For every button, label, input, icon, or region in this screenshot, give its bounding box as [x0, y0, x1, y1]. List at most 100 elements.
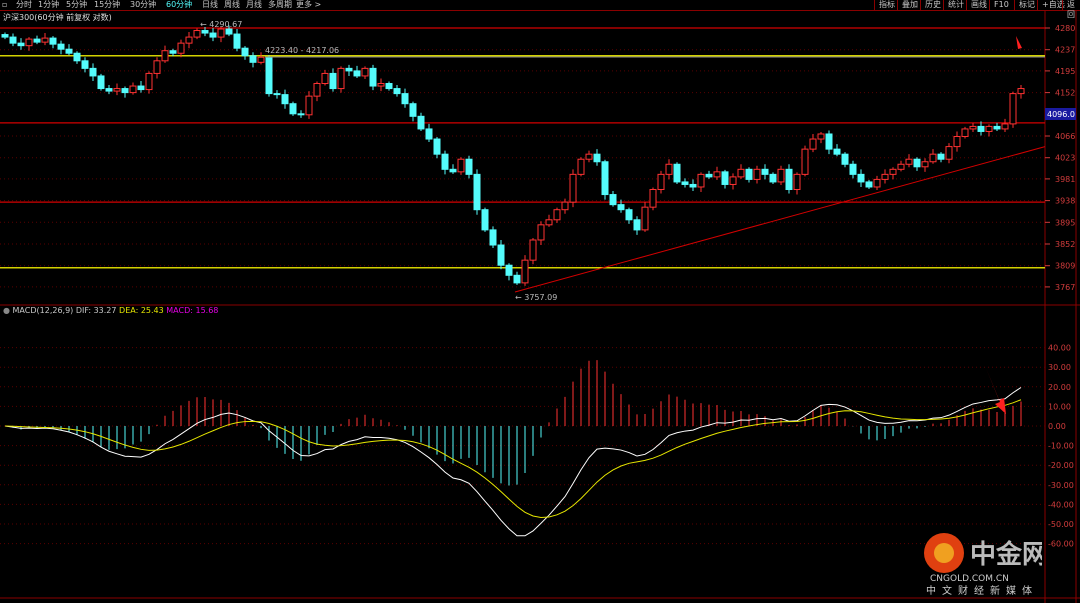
- candle: [273, 90, 281, 99]
- candle-body: [217, 28, 225, 38]
- price-tick-label: 4152: [1055, 89, 1075, 98]
- candle: [665, 159, 673, 180]
- price-tick-label: 4066: [1055, 132, 1075, 141]
- candle: [345, 64, 353, 76]
- candle-body: [833, 148, 841, 155]
- candle: [873, 175, 881, 191]
- candle: [177, 39, 185, 58]
- candle: [761, 164, 769, 180]
- candle-body: [585, 153, 593, 160]
- price-tick-label: 3809: [1055, 262, 1075, 271]
- candle: [713, 166, 721, 180]
- candle-body: [201, 30, 209, 34]
- candle-body: [129, 85, 137, 94]
- candle-body: [801, 148, 809, 175]
- candle-body: [969, 125, 977, 130]
- candle-body: [785, 168, 793, 191]
- candle: [841, 152, 849, 168]
- candle: [17, 38, 25, 50]
- candle-body: [57, 43, 65, 50]
- candle: [609, 191, 617, 207]
- candle-body: [465, 158, 473, 175]
- candle-body: [249, 55, 257, 63]
- candle: [889, 167, 897, 180]
- price-tick-label: 4280: [1055, 24, 1075, 33]
- price-tick-label: 3938: [1055, 197, 1075, 206]
- candle-body: [913, 158, 921, 168]
- candle-body: [65, 48, 73, 54]
- candle-body: [137, 85, 145, 91]
- candle-body: [633, 219, 641, 231]
- candle-body: [937, 153, 945, 160]
- candle: [297, 110, 305, 118]
- macd-tick-label: -40.00: [1048, 500, 1074, 509]
- candle-body: [825, 133, 833, 150]
- candle: [89, 63, 97, 81]
- price-tick-label: 4023: [1055, 154, 1075, 163]
- chart-canvas[interactable]: 4280 4237 4195 4152 4066 4023 3981 3938 3895 3852…: [0, 0, 1080, 603]
- candle-body: [753, 168, 761, 180]
- candle-body: [817, 133, 825, 140]
- candle: [105, 85, 113, 95]
- candle: [33, 35, 41, 45]
- candle: [81, 57, 89, 73]
- candle-body: [449, 168, 457, 173]
- candle: [25, 37, 33, 51]
- macd-tick-label: 20.00: [1048, 383, 1071, 392]
- candle-body: [409, 103, 417, 117]
- candle: [249, 52, 257, 68]
- candle: [265, 55, 273, 97]
- candle-body: [377, 83, 385, 87]
- candle: [329, 68, 337, 92]
- candle-body: [617, 204, 625, 211]
- candle-body: [649, 189, 657, 208]
- candle-body: [689, 183, 697, 188]
- candle-body: [457, 158, 465, 173]
- candle-body: [873, 178, 881, 188]
- candle: [729, 173, 737, 190]
- candle-body: [433, 138, 441, 155]
- candle-body: [777, 168, 785, 183]
- candle: [977, 121, 985, 136]
- candle-body: [1017, 88, 1025, 95]
- candle-body: [993, 125, 1001, 130]
- candle: [849, 160, 857, 179]
- candle-body: [193, 30, 201, 38]
- price-tick-label: 3981: [1055, 175, 1075, 184]
- candle: [409, 101, 417, 122]
- candle-body: [225, 28, 233, 35]
- macd-tick-label: -20.00: [1048, 461, 1074, 470]
- candle-body: [49, 37, 57, 45]
- candle-body: [569, 173, 577, 203]
- candle: [777, 165, 785, 185]
- candle-body: [273, 93, 281, 96]
- candle: [49, 36, 57, 49]
- candle: [161, 45, 169, 63]
- candle-body: [905, 158, 913, 165]
- candle-body: [809, 138, 817, 150]
- price-tick-label: 3895: [1055, 218, 1075, 227]
- candle: [425, 123, 433, 143]
- price-tick-label: 4195: [1055, 67, 1075, 76]
- candle-body: [81, 60, 89, 69]
- candle: [625, 207, 633, 224]
- candle-body: [9, 36, 17, 44]
- candle-body: [673, 163, 681, 183]
- candle-body: [857, 173, 865, 183]
- candle: [73, 51, 81, 64]
- candle-body: [121, 88, 129, 94]
- candle-body: [609, 194, 617, 206]
- candle-body: [25, 38, 33, 47]
- candle-body: [97, 75, 105, 90]
- candle: [753, 165, 761, 184]
- candle-body: [393, 88, 401, 95]
- candle: [953, 131, 961, 152]
- candle-body: [441, 153, 449, 170]
- candle-body: [737, 168, 745, 178]
- candle-body: [329, 72, 337, 90]
- candle-body: [313, 83, 321, 97]
- candle-body: [425, 128, 433, 140]
- candle: [745, 167, 753, 183]
- candle-body: [625, 209, 633, 221]
- candle-body: [641, 206, 649, 231]
